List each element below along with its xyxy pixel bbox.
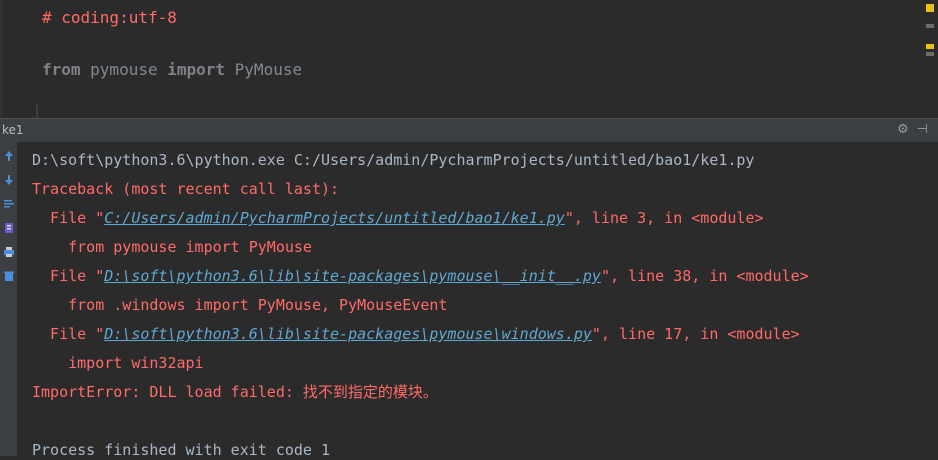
hide-panel-icon[interactable]: ⊣	[917, 122, 928, 137]
up-arrow-icon[interactable]	[2, 150, 15, 164]
file-link[interactable]: C:/Users/admin/PycharmProjects/untitled/…	[104, 209, 565, 227]
run-console[interactable]: D:\soft\python3.6\python.exe C:/Users/ad…	[0, 142, 938, 459]
run-tab-title[interactable]: ke1	[2, 123, 24, 137]
comment-text: # coding:utf-8	[42, 8, 177, 27]
console-toolbar	[0, 142, 17, 456]
process-finished: Process finished with exit code 1	[32, 441, 331, 459]
frame-code: from pymouse import PyMouse	[32, 238, 312, 256]
frame-prefix: File "	[32, 209, 105, 227]
traceback-header: Traceback (most recent call last):	[32, 180, 340, 198]
scroll-to-end-icon[interactable]	[2, 222, 15, 236]
frame-suffix: ", line 38, in <module>	[600, 267, 809, 285]
code-line-import[interactable]: from pymouse import PyMouse	[42, 60, 302, 80]
run-panel-header: ke1 ⚙ ⊣	[0, 118, 938, 142]
marker-line[interactable]	[926, 24, 934, 28]
marker-line[interactable]	[926, 52, 934, 56]
code-line-comment[interactable]: # coding:utf-8	[42, 8, 177, 28]
error-message: ImportError: DLL load failed: 找不到指定的模块。	[32, 383, 438, 401]
file-link[interactable]: D:\soft\python3.6\lib\site-packages\pymo…	[104, 325, 592, 343]
traceback-frame: File "D:\soft\python3.6\lib\site-package…	[32, 266, 809, 286]
keyword-import: import	[167, 60, 226, 79]
import-name: PyMouse	[225, 60, 303, 79]
trash-icon[interactable]	[2, 270, 15, 284]
down-arrow-icon[interactable]	[2, 174, 15, 188]
command-line: D:\soft\python3.6\python.exe C:/Users/ad…	[32, 151, 755, 169]
code-editor[interactable]: # coding:utf-8 from pymouse import PyMou…	[0, 0, 938, 118]
warning-marker[interactable]	[926, 44, 934, 49]
keyword-from: from	[42, 60, 81, 79]
traceback-frame: File "D:\soft\python3.6\lib\site-package…	[32, 324, 800, 344]
print-icon[interactable]	[2, 246, 15, 260]
module-name: pymouse	[80, 60, 168, 79]
editor-gutter	[0, 0, 2, 118]
error-stripe[interactable]	[920, 0, 938, 118]
frame-code: from .windows import PyMouse, PyMouseEve…	[32, 296, 448, 314]
traceback-frame: File "C:/Users/admin/PycharmProjects/unt…	[32, 208, 764, 228]
frame-code: import win32api	[32, 354, 204, 372]
frame-prefix: File "	[32, 267, 105, 285]
soft-wrap-icon[interactable]	[2, 198, 15, 212]
gear-icon[interactable]: ⚙	[897, 122, 909, 137]
frame-suffix: ", line 3, in <module>	[564, 209, 764, 227]
frame-prefix: File "	[32, 325, 105, 343]
frame-suffix: ", line 17, in <module>	[591, 325, 800, 343]
file-link[interactable]: D:\soft\python3.6\lib\site-packages\pymo…	[104, 267, 601, 285]
warning-marker[interactable]	[926, 4, 934, 12]
fold-marker	[36, 104, 38, 118]
